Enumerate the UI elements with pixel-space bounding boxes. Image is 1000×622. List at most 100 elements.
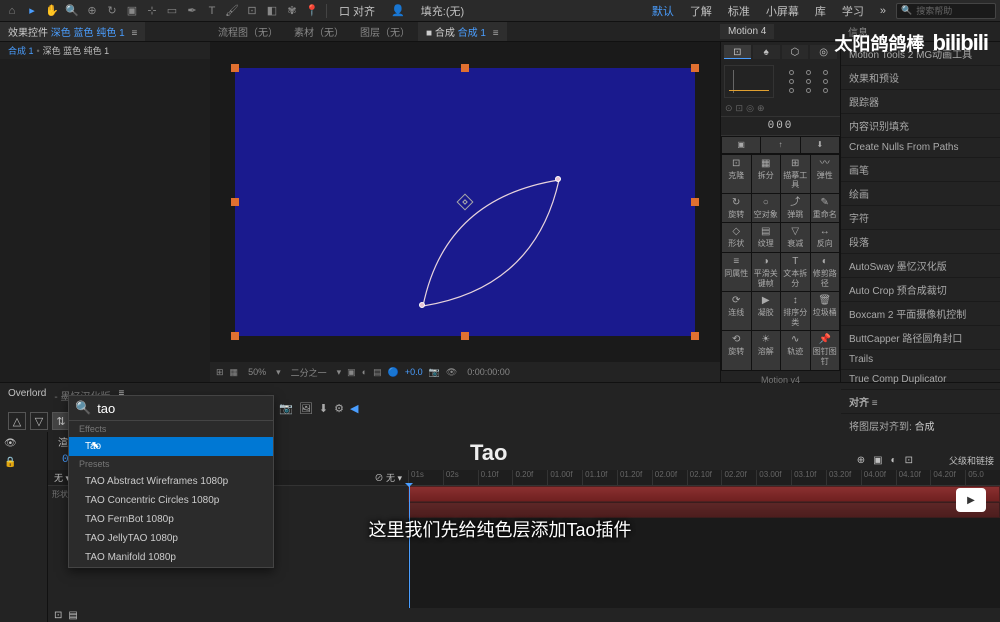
side-panel-item[interactable]: True Comp Duplicator bbox=[841, 370, 1000, 390]
tl-icon[interactable]: ▣ bbox=[873, 455, 882, 466]
motion-button[interactable]: T文本拆分 bbox=[781, 253, 810, 291]
image-icon[interactable]: 🖼 bbox=[299, 402, 313, 415]
motion-button[interactable]: ⊡克隆 bbox=[722, 155, 751, 193]
comp-tab[interactable]: ■ 合成 合成 1 ≡ bbox=[418, 22, 507, 41]
orbit-tool-icon[interactable]: ⊕ bbox=[84, 3, 100, 19]
hand-tool-icon[interactable]: ✋ bbox=[44, 3, 60, 19]
motion-button[interactable]: 🗑垃圾桶 bbox=[811, 292, 840, 330]
eraser-tool-icon[interactable]: ◧ bbox=[264, 3, 280, 19]
text-tool-icon[interactable]: T bbox=[204, 3, 220, 19]
side-panel-item[interactable]: 绘画 bbox=[841, 182, 1000, 206]
path-vertex[interactable] bbox=[555, 176, 561, 182]
path-vertex[interactable] bbox=[419, 302, 425, 308]
align-toggle[interactable]: 口 对齐 bbox=[333, 1, 381, 21]
motion-button[interactable]: ∿轨迹 bbox=[781, 331, 810, 369]
workspace-learn[interactable]: 了解 bbox=[684, 1, 718, 21]
side-panel-item[interactable]: 段落 bbox=[841, 230, 1000, 254]
side-panel-item[interactable]: Boxcam 2 平面摄像机控制 bbox=[841, 302, 1000, 326]
layer-track-bar[interactable] bbox=[408, 486, 1000, 502]
motion-tab-3[interactable]: ⬡ bbox=[782, 45, 809, 59]
align-panel-header[interactable]: 对齐 ≡ bbox=[841, 390, 1000, 414]
workspace-default[interactable]: 默认 bbox=[646, 1, 680, 21]
motion-button[interactable]: ↻旋转 bbox=[722, 194, 751, 223]
workspace-small[interactable]: 小屏幕 bbox=[760, 1, 805, 21]
help-search[interactable]: 🔍 搜索帮助 bbox=[896, 3, 996, 19]
home-icon[interactable]: ⌂ bbox=[4, 3, 20, 19]
side-panel-item[interactable]: Auto Crop 预合成裁切 bbox=[841, 278, 1000, 302]
fx-result-item[interactable]: TAO FernBot 1080p bbox=[69, 510, 273, 529]
eye-icon[interactable]: 👁 bbox=[0, 432, 47, 455]
workspace-lib[interactable]: 库 bbox=[809, 1, 832, 21]
user-icon[interactable]: 👤 bbox=[385, 2, 411, 19]
motion-button[interactable]: ▶凝胶 bbox=[752, 292, 781, 330]
layer-tab[interactable]: 图层（无） bbox=[352, 22, 418, 41]
motion-button[interactable]: ○空对象 bbox=[752, 194, 781, 223]
lock-icon[interactable]: 🔒 bbox=[0, 455, 47, 470]
motion-button[interactable]: ↕排序分类 bbox=[781, 292, 810, 330]
grid-icon[interactable]: ▦ bbox=[230, 367, 239, 378]
stamp-tool-icon[interactable]: ⊡ bbox=[244, 3, 260, 19]
pen-tool-icon[interactable]: ✒ bbox=[184, 3, 200, 19]
motion-button[interactable]: ⟳连线 bbox=[722, 292, 751, 330]
mask-icon[interactable]: ▤ bbox=[373, 367, 382, 378]
puppet-tool-icon[interactable]: 📍 bbox=[304, 3, 320, 19]
motion-button[interactable]: ⟲旋转 bbox=[722, 331, 751, 369]
flowchart-tab[interactable]: 流程图（无） bbox=[210, 22, 286, 41]
rotate-tool-icon[interactable]: ↻ bbox=[104, 3, 120, 19]
shape-tool-icon[interactable]: ▭ bbox=[164, 3, 180, 19]
motion-button[interactable]: 〰弹性 bbox=[811, 155, 840, 193]
side-panel-item[interactable]: 内容识别填充 bbox=[841, 114, 1000, 138]
side-panel-item[interactable]: Create Nulls From Paths bbox=[841, 138, 1000, 158]
ov-push-icon[interactable]: △ bbox=[8, 412, 26, 430]
dropdown-none2[interactable]: ⊘ 无 ▾ bbox=[374, 471, 402, 484]
effect-controls-tab[interactable]: 效果控件 深色 蓝色 纯色 1 ≡ bbox=[0, 22, 145, 41]
tl-icon[interactable]: ⊡ bbox=[905, 455, 913, 466]
side-panel-item[interactable]: 画笔 bbox=[841, 158, 1000, 182]
side-panel-item[interactable]: AutoSway 墨忆汉化版 bbox=[841, 254, 1000, 278]
fx-result-item[interactable]: TAO Concentric Circles 1080p bbox=[69, 491, 273, 510]
motion-button[interactable]: ↔反向 bbox=[811, 223, 840, 252]
bilibili-play-button[interactable] bbox=[956, 488, 986, 512]
motion-button[interactable]: ≡同属性 bbox=[722, 253, 751, 291]
side-panel-item[interactable]: Trails bbox=[841, 350, 1000, 370]
gear-icon[interactable]: ⚙ bbox=[334, 402, 344, 415]
toggle-icon[interactable]: ◎ bbox=[746, 103, 754, 114]
tl-icon[interactable]: ◐ bbox=[891, 455, 897, 466]
exposure-value[interactable]: +0.0 bbox=[405, 367, 423, 377]
send-icon[interactable]: ◀ bbox=[350, 402, 358, 415]
side-panel-item[interactable]: 效果和预设 bbox=[841, 66, 1000, 90]
motion-button[interactable]: ⤴弹跳 bbox=[781, 194, 810, 223]
color-icon[interactable]: 🔵 bbox=[388, 367, 399, 378]
toggle-icon[interactable]: ⊕ bbox=[757, 103, 765, 114]
toggle-modes-icon[interactable]: ▤ bbox=[68, 610, 77, 621]
side-panel-item[interactable]: ButtCapper 路径圆角封口 bbox=[841, 326, 1000, 350]
effects-search-input[interactable] bbox=[97, 401, 273, 416]
motion4-tab[interactable]: Motion 4 bbox=[720, 24, 774, 39]
motion-button[interactable]: 📌图钉图钉 bbox=[811, 331, 840, 369]
brush-tool-icon[interactable]: 🖌 bbox=[224, 3, 240, 19]
overlord-tab[interactable]: Overlord bbox=[8, 388, 46, 403]
motion-button[interactable]: ▤纹理 bbox=[752, 223, 781, 252]
workspace-standard[interactable]: 标准 bbox=[722, 1, 756, 21]
snapshot-icon[interactable]: 📷 bbox=[429, 367, 440, 378]
fx-result-item[interactable]: TAO JellyTAO 1080p bbox=[69, 529, 273, 548]
motion-button[interactable]: ◇形状 bbox=[722, 223, 751, 252]
reveal-icon[interactable]: 👁 bbox=[446, 367, 457, 378]
workspace-study[interactable]: 学习 bbox=[836, 1, 870, 21]
motion-button[interactable]: ▦拆分 bbox=[752, 155, 781, 193]
tl-icon[interactable]: ⊕ bbox=[857, 455, 865, 466]
motion-tab-2[interactable]: ♠ bbox=[753, 45, 780, 59]
toggle-switches-icon[interactable]: ⊡ bbox=[54, 610, 62, 621]
download-icon[interactable]: ⬇ bbox=[319, 402, 328, 415]
selection-tool-icon[interactable]: ▸ bbox=[24, 3, 40, 19]
motion-button[interactable]: ✎重命名 bbox=[811, 194, 840, 223]
motion-act-icon[interactable]: ↑ bbox=[761, 137, 799, 153]
camera-tool-icon[interactable]: ▣ bbox=[124, 3, 140, 19]
canvas[interactable] bbox=[235, 68, 695, 336]
toggle-icon[interactable]: ⊡ bbox=[736, 103, 744, 114]
motion-button[interactable]: ☀溶解 bbox=[752, 331, 781, 369]
current-time[interactable]: 0:00:00:00 bbox=[463, 366, 514, 378]
motion-button[interactable]: ▽衰减 bbox=[781, 223, 810, 252]
close-icon[interactable]: ≡ bbox=[131, 28, 137, 39]
transparency-icon[interactable]: ▣ bbox=[347, 367, 356, 378]
